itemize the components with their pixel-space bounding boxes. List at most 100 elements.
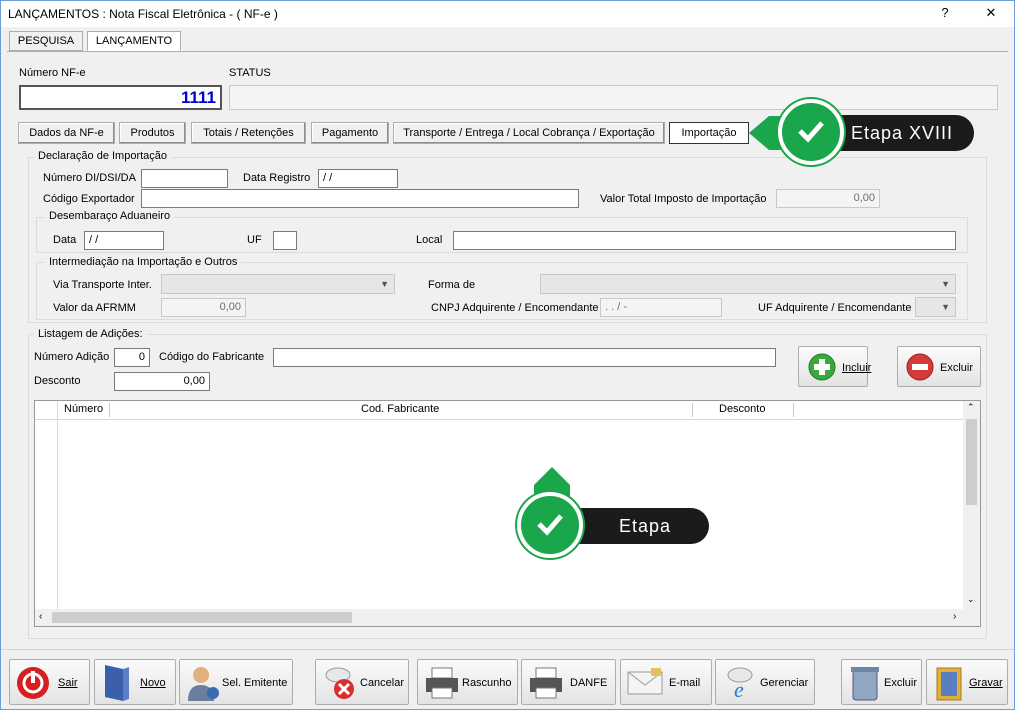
via-transporte-label: Via Transporte Inter.: [53, 279, 152, 291]
adicoes-grid[interactable]: Número Cod. Fabricante Desconto ⌃ ⌄ ‹ ›: [34, 400, 981, 627]
gerenciar-button[interactable]: e Gerenciar: [715, 659, 815, 705]
intermediacao-title: Intermediação na Importação e Outros: [45, 256, 242, 268]
power-icon: [17, 667, 49, 699]
subtab-produtos[interactable]: Produtos: [119, 122, 186, 144]
codigo-fabricante-field[interactable]: [273, 348, 776, 367]
rascunho-label: Rascunho: [462, 677, 512, 689]
envelope-icon: [627, 668, 663, 695]
callout-xviii-label: Etapa XVIII: [851, 123, 954, 143]
chevron-down-icon: ▼: [380, 279, 389, 289]
help-button[interactable]: ?: [935, 5, 955, 20]
novo-button[interactable]: Novo: [94, 659, 176, 705]
valor-total-label: Valor Total Imposto de Importação: [600, 193, 767, 205]
status-field: [229, 85, 998, 110]
sair-button[interactable]: Sair: [9, 659, 90, 705]
nfe-number-label: Número NF-e: [19, 67, 86, 79]
afrmm-label: Valor da AFRMM: [53, 302, 136, 314]
cancelar-button[interactable]: Cancelar: [315, 659, 409, 705]
subtab-importacao[interactable]: Importação: [669, 122, 749, 144]
data-registro-field[interactable]: / /: [318, 169, 398, 188]
incluir-label: Incluir: [842, 362, 872, 374]
column-separator: [692, 403, 693, 417]
forma-select[interactable]: ▼: [540, 274, 956, 294]
numero-adicao-field[interactable]: 0: [114, 348, 150, 367]
numero-di-label: Número DI/DSI/DA: [43, 172, 136, 184]
cancel-nfe-icon: [325, 667, 354, 699]
nfe-number-field[interactable]: 1111: [19, 85, 222, 110]
desembaraco-data-label: Data: [53, 234, 77, 246]
codigo-exportador-field[interactable]: [141, 189, 579, 208]
cnpj-adquirente-label: CNPJ Adquirente / Encomendante: [431, 302, 599, 314]
subtab-pagamento[interactable]: Pagamento: [311, 122, 389, 144]
row-indicator-column: [57, 401, 58, 609]
column-numero[interactable]: Número: [64, 403, 103, 415]
plus-icon: [808, 353, 836, 381]
vertical-scrollbar[interactable]: ⌃ ⌄: [963, 401, 980, 609]
danfe-button[interactable]: DANFE: [521, 659, 616, 705]
codigo-fabricante-label: Código do Fabricante: [159, 351, 265, 363]
folder-save-icon: [936, 667, 962, 701]
user-icon: [188, 667, 219, 701]
numero-di-field[interactable]: [141, 169, 228, 188]
vertical-scroll-thumb[interactable]: [966, 419, 977, 505]
email-label: E-mail: [669, 677, 701, 689]
danfe-label: DANFE: [570, 677, 608, 689]
subtab-totais-retencoes[interactable]: Totais / Retenções: [191, 122, 306, 144]
codigo-exportador-label: Código Exportador: [43, 193, 135, 205]
checkmark-icon: [537, 514, 563, 536]
check-badge-xviii: [778, 99, 844, 165]
desembaraco-uf-field[interactable]: [273, 231, 297, 250]
data-registro-label: Data Registro: [243, 172, 311, 184]
manage-nfe-icon: e: [727, 667, 753, 701]
desembaraco-local-field[interactable]: [453, 231, 956, 250]
scroll-right-icon[interactable]: ›: [953, 611, 956, 622]
gerenciar-label: Gerenciar: [760, 677, 809, 689]
gravar-button[interactable]: Gravar: [926, 659, 1008, 705]
excluir-adicao-button[interactable]: Excluir: [897, 346, 981, 387]
scroll-left-icon[interactable]: ‹: [39, 611, 42, 622]
numero-adicao-label: Número Adição: [34, 351, 110, 363]
sel-emitente-label: Sel. Emitente: [222, 677, 288, 689]
close-button[interactable]: ✕: [981, 5, 1001, 21]
toolbar-divider: [1, 649, 1014, 650]
desembaraco-uf-label: UF: [247, 234, 262, 246]
adicoes-title: Listagem de Adições:: [34, 328, 147, 340]
tab-lancamento[interactable]: LANÇAMENTO: [87, 31, 181, 51]
column-separator: [793, 403, 794, 417]
status-label: STATUS: [229, 67, 271, 79]
minus-icon: [906, 353, 934, 381]
uf-adquirente-select[interactable]: ▼: [915, 297, 956, 317]
title-bar: LANÇAMENTOS : Nota Fiscal Eletrônica - (…: [1, 1, 1014, 27]
declaracao-title: Declaração de Importação: [34, 150, 172, 162]
document-icon: [105, 665, 129, 701]
column-desconto[interactable]: Desconto: [719, 403, 765, 415]
cancelar-label: Cancelar: [360, 677, 405, 689]
horizontal-scrollbar[interactable]: ‹ ›: [35, 609, 980, 626]
desembaraco-title: Desembaraço Aduaneiro: [45, 210, 175, 222]
tab-pesquisa[interactable]: PESQUISA: [9, 31, 83, 51]
excluir-button[interactable]: Excluir: [841, 659, 922, 705]
desembaraco-local-label: Local: [416, 234, 443, 246]
horizontal-scroll-thumb[interactable]: [52, 612, 352, 623]
uf-adquirente-label: UF Adquirente / Encomendante: [758, 302, 912, 314]
column-separator: [109, 403, 110, 417]
trash-icon: [851, 667, 879, 701]
incluir-button[interactable]: Incluir: [798, 346, 872, 387]
tab-divider: [7, 51, 1008, 52]
subtab-transporte[interactable]: Transporte / Entrega / Local Cobrança / …: [393, 122, 665, 144]
desconto-label: Desconto: [34, 375, 81, 387]
scroll-up-icon[interactable]: ⌃: [967, 402, 975, 413]
rascunho-button[interactable]: Rascunho: [417, 659, 518, 705]
via-transporte-select[interactable]: ▼: [161, 274, 395, 294]
desconto-field[interactable]: 0,00: [114, 372, 210, 391]
email-button[interactable]: E-mail: [620, 659, 712, 705]
column-cod-fabricante[interactable]: Cod. Fabricante: [361, 403, 439, 415]
excluir-label: Excluir: [884, 677, 918, 689]
novo-label: Novo: [140, 677, 166, 689]
scroll-down-icon[interactable]: ⌄: [967, 594, 975, 605]
desembaraco-data-field[interactable]: / /: [84, 231, 164, 250]
sel-emitente-button[interactable]: Sel. Emitente: [179, 659, 293, 705]
subtab-dados-nfe[interactable]: Dados da NF-e: [18, 122, 115, 144]
afrmm-field: 0,00: [161, 298, 246, 317]
chevron-down-icon: ▼: [941, 302, 950, 312]
